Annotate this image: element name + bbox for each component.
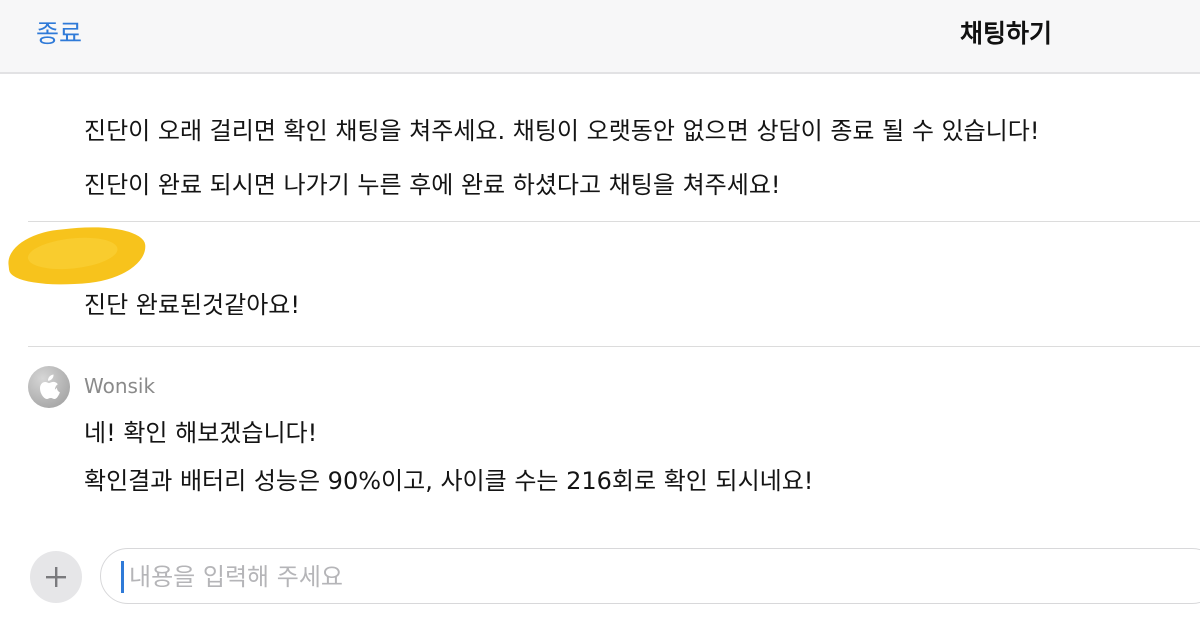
sender-name: Wonsik <box>84 374 156 398</box>
user-message-text: 진단 완료된것같아요! <box>84 291 300 319</box>
agent-message: 네! 확인 해보겠습니다! 확인결과 배터리 성능은 90%이고, 사이클 수는… <box>84 414 813 500</box>
divider <box>28 346 1200 347</box>
add-attachment-button[interactable] <box>30 551 82 603</box>
text-caret <box>121 561 124 593</box>
message-input[interactable] <box>127 555 1031 599</box>
agent-message-line: 확인결과 배터리 성능은 90%이고, 사이클 수는 216회로 확인 되시네요… <box>84 467 814 495</box>
system-message: 진단이 오래 걸리면 확인 채팅을 쳐주세요. 채팅이 오랫동안 없으면 상담이… <box>84 112 1039 204</box>
system-message-line: 진단이 완료 되시면 나가기 누른 후에 완료 하셨다고 채팅을 쳐주세요! <box>84 171 781 199</box>
user-message: 진단 완료된것같아요! <box>84 286 300 324</box>
header-bar: 종료 채팅하기 <box>0 0 1200 74</box>
message-input-container[interactable] <box>100 548 1200 604</box>
close-button[interactable]: 종료 <box>36 14 82 50</box>
agent-message-line: 네! 확인 해보겠습니다! <box>84 419 318 447</box>
chat-screen: 종료 채팅하기 진단이 오래 걸리면 확인 채팅을 쳐주세요. 채팅이 오랫동안… <box>0 0 1200 624</box>
divider <box>28 221 1200 222</box>
redacted-username-highlight <box>5 220 149 292</box>
plus-icon <box>46 567 66 587</box>
system-message-line: 진단이 오래 걸리면 확인 채팅을 쳐주세요. 채팅이 오랫동안 없으면 상담이… <box>84 117 1040 145</box>
page-title: 채팅하기 <box>960 19 1053 48</box>
apple-logo-icon <box>28 366 70 408</box>
